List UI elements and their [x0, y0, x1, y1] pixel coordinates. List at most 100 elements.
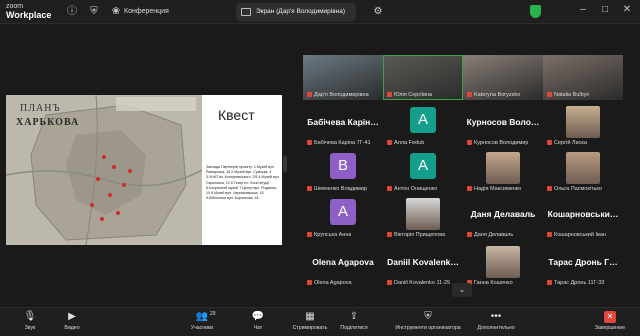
participant-tile[interactable]: Бабічева Карін… Бабічева Каріна 7Г-41	[303, 103, 383, 148]
participant-photo	[486, 246, 520, 278]
avatar: B	[330, 153, 356, 179]
participant-display-name: Курносов Воло…	[466, 117, 540, 127]
participant-name-label: Тарас Дронь 11Г-33	[547, 280, 604, 286]
participant-name-label: Сергій Лиска	[547, 140, 587, 146]
video-button[interactable]: ▶ Видео	[42, 310, 102, 336]
mic-muted-icon	[547, 232, 552, 237]
participant-tile[interactable]: Daniil Kovalenk… Daniil Kovalenko 11-25	[383, 243, 463, 288]
participant-tile[interactable]: Вікторія Прищепова	[383, 195, 463, 240]
participant-tile[interactable]: Курносов Воло… Курносов Володимир	[463, 103, 543, 148]
participant-name: Алла Fedub	[394, 140, 425, 146]
participant-photo	[486, 152, 520, 184]
participant-tile[interactable]: Natalia Bulbyn	[543, 55, 623, 100]
participants-button[interactable]: 👥 29 Учасники	[172, 310, 232, 336]
participant-name-label: Антон Онищенко	[387, 186, 437, 192]
participant-name-label: Kateryna Boryzsko	[467, 92, 520, 98]
participant-tile[interactable]: A Антон Онищенко	[383, 149, 463, 194]
participant-tile[interactable]: Кошарновськи… Кошарновський Іван	[543, 195, 623, 240]
participant-name: Daniil Kovalenko 11-25	[394, 280, 451, 286]
participant-display-name: Тарас Дронь Г…	[548, 257, 618, 267]
participant-name-label: Дар'я Володимирівна	[307, 92, 369, 98]
participant-name-label: Шевченко Владимир	[307, 186, 367, 192]
participant-tile[interactable]: Сергій Лиска	[543, 103, 623, 148]
participant-tile[interactable]: B Шевченко Владимир	[303, 149, 383, 194]
participant-name-label: Daniil Kovalenko 11-25	[387, 280, 450, 286]
participant-name: Ольга Пасмокітько	[554, 186, 602, 192]
maximize-icon[interactable]: □	[598, 4, 612, 15]
mic-muted-icon	[547, 92, 552, 97]
video-label: Видео	[64, 325, 80, 331]
participant-name: Тарас Дронь 11Г-33	[554, 280, 605, 286]
participant-tile[interactable]: Kateryna Boryzsko	[463, 55, 543, 100]
more-button[interactable]: ••• Дополнительно	[466, 310, 526, 336]
minimize-icon[interactable]: –	[576, 4, 590, 15]
conference-tab[interactable]: Конференция	[124, 5, 169, 19]
participant-tile[interactable]: A Алла Fedub	[383, 103, 463, 148]
avatar: A	[410, 107, 436, 133]
participant-tile[interactable]: Дар'я Володимирівна	[303, 55, 383, 100]
participant-tile[interactable]: Ганна Кошенко	[463, 243, 543, 288]
participant-name-label: Надія Максименко	[467, 186, 521, 192]
mic-muted-icon	[387, 92, 392, 97]
participant-tile[interactable]: Юлія Сергіївна	[383, 55, 463, 100]
mic-muted-icon	[547, 140, 552, 145]
participant-name: Ганна Кошенко	[474, 280, 513, 286]
mic-muted-icon	[307, 186, 312, 191]
participant-name-label: Вікторія Прищепова	[387, 232, 445, 238]
mic-muted-icon	[387, 232, 392, 237]
encryption-shield-icon[interactable]	[530, 5, 541, 18]
participant-name-label: Бабічева Каріна 7Г-41	[307, 140, 371, 146]
mic-muted-icon	[307, 92, 312, 97]
participant-name-label: Даня Делаваль	[467, 232, 513, 238]
participant-tile[interactable]: Даня Делаваль Даня Делаваль	[463, 195, 543, 240]
participant-tile[interactable]: Тарас Дронь Г… Тарас Дронь 11Г-33	[543, 243, 623, 288]
security-icon[interactable]: ⛨	[88, 6, 100, 18]
mic-muted-icon	[387, 186, 392, 191]
map-city: ХАРЬКОВА	[16, 117, 80, 128]
participant-name: Антон Онищенко	[394, 186, 438, 192]
avatar: A	[410, 153, 436, 179]
participants-label: Учасники	[190, 325, 214, 331]
slide-text: Заклади Партнерів проекту: 1.Музей вул. …	[206, 165, 280, 201]
next-page-button[interactable]: ⌄	[452, 283, 472, 297]
close-icon[interactable]: ✕	[620, 4, 634, 15]
share-screen-button[interactable]: ⇪ Поділитися	[324, 310, 384, 336]
chat-label: Чат	[253, 325, 263, 331]
mic-muted-icon	[387, 140, 392, 145]
map-title: ПЛАНЪ	[20, 103, 61, 114]
mic-muted-icon	[307, 280, 312, 285]
participant-name: Вікторія Прищепова	[394, 232, 446, 238]
chat-button[interactable]: 💬 Чат	[228, 310, 288, 336]
participant-name: Надія Максименко	[474, 186, 522, 192]
title-bar: zoom Workplace ⓘ ⛨ ❀ Конференция Экран (…	[0, 0, 640, 24]
shared-screen: ПЛАНЪ ХАРЬКОВА Квест Заклади Партнерів п…	[6, 95, 282, 245]
participant-name-label: Курносов Володимир	[467, 140, 528, 146]
participants-count: 29	[210, 311, 216, 317]
host-tools-button[interactable]: ⛨ Инструменти организатора	[380, 310, 476, 336]
participant-name-label: Алла Fedub	[387, 140, 424, 146]
participant-name: Юлія Сергіївна	[394, 92, 433, 98]
slide-title: Квест	[218, 107, 255, 123]
people-icon: ❀	[111, 6, 121, 17]
screen-share-tab[interactable]: Экран (Дар'я Володимирівна)	[236, 3, 356, 21]
mic-muted-icon	[467, 186, 472, 191]
settings-icon[interactable]: ⚙	[372, 6, 384, 18]
mic-muted-icon	[467, 232, 472, 237]
participant-photo	[566, 106, 600, 138]
participant-tile[interactable]: Надія Максименко	[463, 149, 543, 194]
participant-display-name: Кошарновськи…	[547, 209, 619, 219]
end-meeting-button[interactable]: ✕ Завершение	[580, 310, 640, 336]
participant-name: Natalia Bulbyn	[554, 92, 590, 98]
participant-tile[interactable]: Ольга Пасмокітько	[543, 149, 623, 194]
participant-name-label: Кошарновський Іван	[547, 232, 606, 238]
info-icon[interactable]: ⓘ	[66, 6, 78, 18]
participant-name: Olena Agapova	[314, 280, 352, 286]
participant-tile[interactable]: A Крупська Анна	[303, 195, 383, 240]
panel-resize-handle[interactable]	[283, 156, 287, 172]
participant-display-name: Даня Делаваль	[470, 209, 536, 219]
more-label: Дополнительно	[477, 325, 515, 331]
participant-tile[interactable]: Olena Agapova Olena Agapova	[303, 243, 383, 288]
participant-name-label: Крупська Анна	[307, 232, 351, 238]
participant-name: Kateryna Boryzsko	[474, 92, 521, 98]
mic-muted-icon	[547, 186, 552, 191]
